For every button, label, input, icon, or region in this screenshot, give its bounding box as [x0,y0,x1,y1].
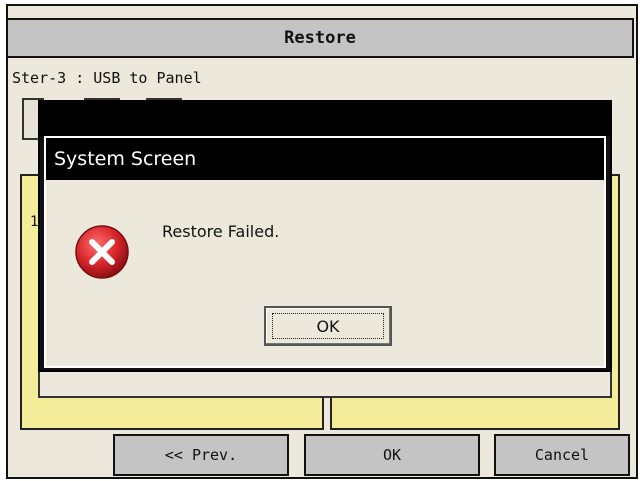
ok-button-label: OK [382,446,402,464]
dialog-top-bar [40,102,610,136]
progress-area [38,370,612,398]
cancel-button[interactable]: Cancel [494,434,630,476]
dialog-ok-label: OK [272,313,384,339]
dialog-title: System Screen [46,138,604,180]
prev-button[interactable]: << Prev. [113,434,289,476]
dialog-ok-button[interactable]: OK [264,306,392,346]
window-title-text: Restore [284,28,356,48]
step-label: Ster-3 : USB to Panel [12,69,202,87]
system-dialog: System Screen Restore Failed. OK [38,100,612,372]
ok-button[interactable]: OK [304,434,480,476]
prev-button-label: << Prev. [164,446,238,464]
dialog-body: System Screen Restore Failed. OK [44,136,606,368]
cancel-button-label: Cancel [534,446,590,464]
window-title: Restore [6,18,634,58]
error-icon [74,224,130,280]
dialog-message: Restore Failed. [162,222,280,241]
